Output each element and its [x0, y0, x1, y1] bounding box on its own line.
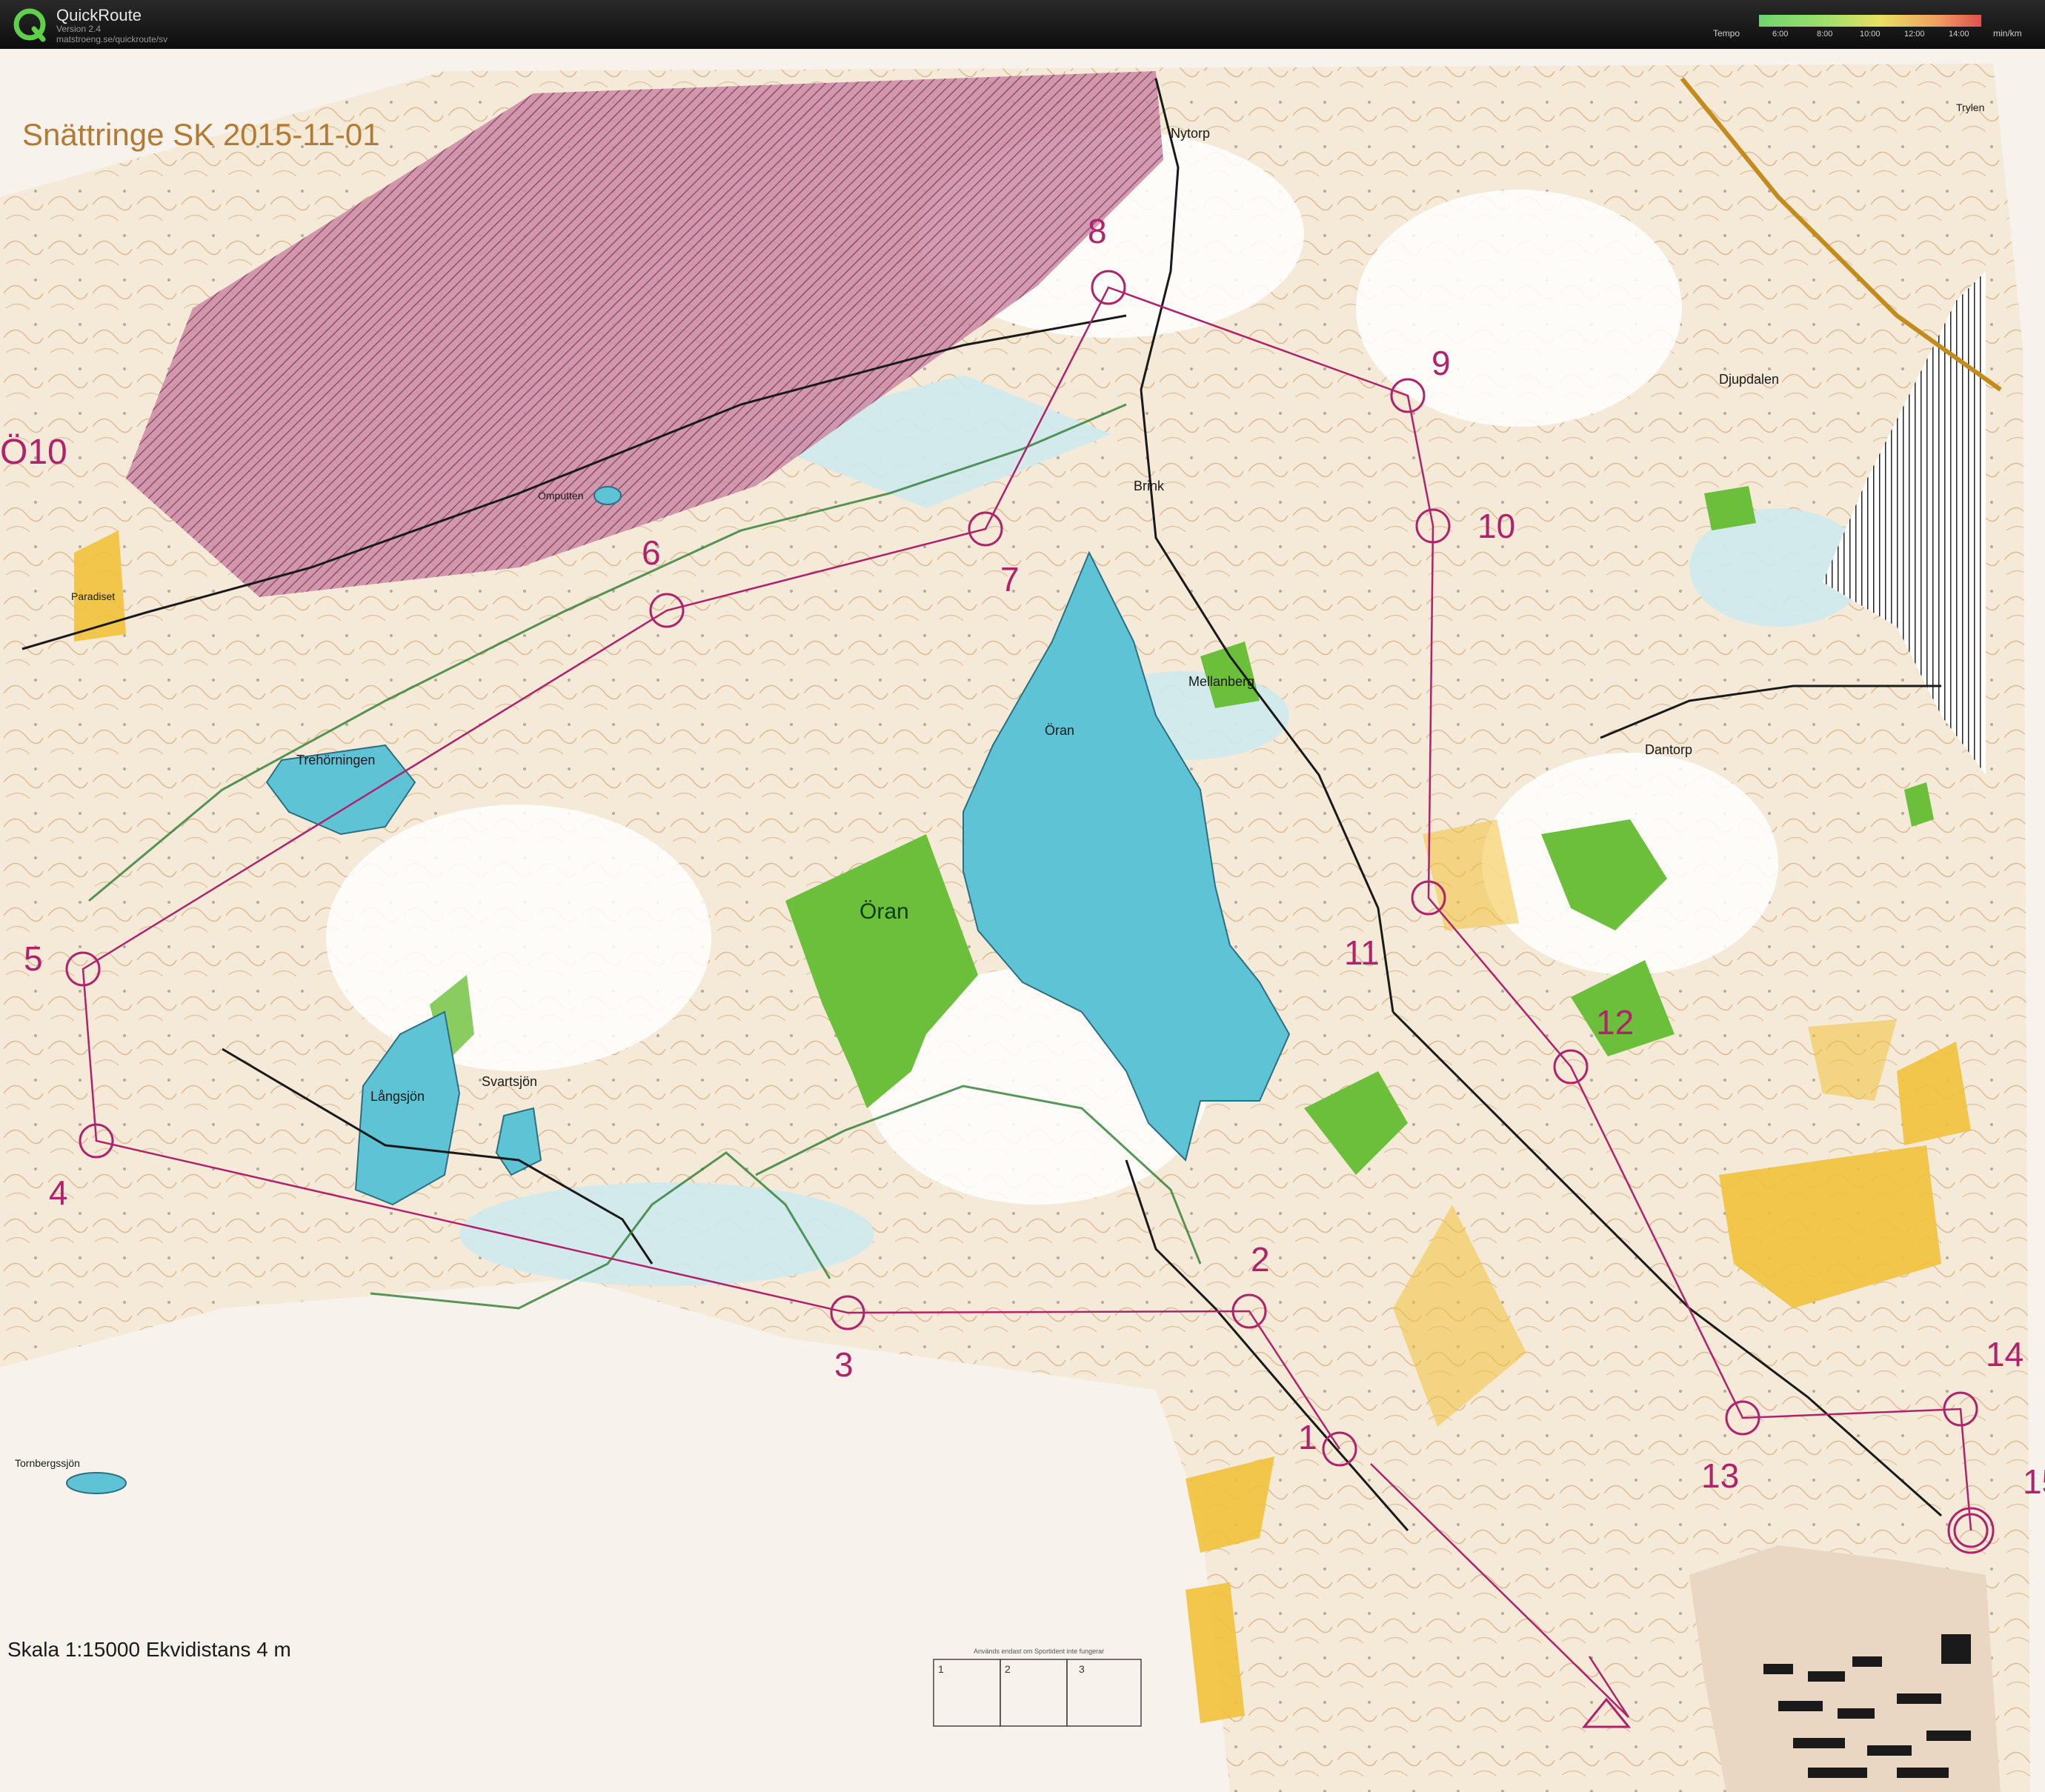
tempo-label: Tempo — [1713, 28, 1740, 39]
app-url: matstroeng.se/quickroute/sv — [56, 34, 168, 44]
control-number-6: 6 — [642, 533, 661, 572]
tempo-tick: 8:00 — [1817, 30, 1833, 39]
control-number-13: 13 — [1701, 1456, 1739, 1495]
control-number-2: 2 — [1251, 1240, 1270, 1279]
tempo-tick: 14:00 — [1949, 30, 1969, 39]
control-number-7: 7 — [1000, 560, 1020, 599]
title-bar: QuickRoute Version 2.4 matstroeng.se/qui… — [0, 0, 2045, 49]
place-oran-lake: Öran — [1045, 723, 1074, 738]
place-dantorp: Dantorp — [1645, 742, 1692, 757]
punch-box-label-2: 2 — [1005, 1663, 1011, 1675]
place-paradiset: Paradiset — [71, 590, 115, 602]
control-number-5: 5 — [24, 939, 43, 978]
place-langsjon: Långsjön — [370, 1089, 425, 1104]
orienteering-map[interactable]: 1 2 3 4 5 6 7 8 9 10 11 12 13 14 15 Nyto… — [0, 49, 2045, 1792]
scale-text: Skala 1:15000 Ekvidistans 4 m — [7, 1638, 291, 1661]
control-number-12: 12 — [1596, 1003, 1634, 1042]
punch-box-label-3: 3 — [1079, 1663, 1085, 1675]
control-number-3: 3 — [834, 1345, 854, 1384]
control-number-8: 8 — [1088, 212, 1107, 250]
app-title: QuickRoute — [56, 6, 142, 24]
control-number-11: 11 — [1344, 933, 1380, 972]
punch-box-label-1: 1 — [938, 1663, 944, 1675]
tempo-tick: 12:00 — [1904, 30, 1925, 39]
place-trehorningen: Trehörningen — [296, 753, 375, 767]
punch-box-note: Används endast om Sportident inte funger… — [974, 1648, 1104, 1655]
map-title: Snättringe SK 2015-11-01 — [22, 117, 380, 152]
place-brink: Brink — [1134, 479, 1165, 493]
control-number-9: 9 — [1432, 344, 1451, 382]
place-djupdalen: Djupdalen — [1719, 372, 1779, 387]
neighbor-course-label: Ö10 — [0, 433, 67, 472]
tempo-tick: 6:00 — [1772, 30, 1789, 39]
control-number-10: 10 — [1477, 507, 1515, 545]
lake-tornbergssjon — [66, 1472, 127, 1494]
tempo-color-scale — [1759, 15, 1981, 27]
tempo-tick: 10:00 — [1860, 30, 1881, 39]
place-nytorp: Nytorp — [1171, 126, 1210, 141]
control-number-15: 15 — [2023, 1462, 2045, 1501]
place-svartsjon: Svartsjön — [482, 1074, 537, 1089]
settlement-area — [1689, 1545, 2001, 1792]
lake-ompotten — [593, 486, 622, 505]
control-number-1: 1 — [1298, 1418, 1317, 1456]
place-ompotten: Ömputten — [538, 489, 583, 502]
control-number-14: 14 — [1986, 1335, 2024, 1373]
place-oran-field: Öran — [859, 899, 909, 924]
place-trylen: Trylen — [1956, 101, 1984, 113]
quickroute-logo-icon — [13, 8, 46, 42]
control-number-4: 4 — [49, 1173, 68, 1212]
tempo-unit: min/km — [1993, 28, 2022, 39]
place-tornbergssjon: Tornbergssjön — [15, 1457, 80, 1469]
place-mellanberg: Mellanberg — [1188, 674, 1254, 689]
app-version: Version 2.4 — [56, 24, 102, 34]
